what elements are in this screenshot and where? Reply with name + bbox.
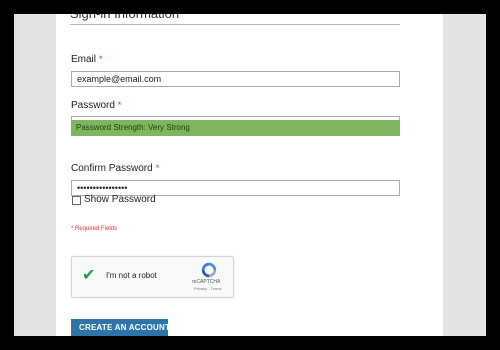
email-label: Email * [71,54,103,65]
signin-panel: Sign-in Information Email* example@email… [56,14,443,336]
create-account-button[interactable]: CREATE AN ACCOUNT › [71,319,177,336]
password-required-marker: * [117,100,122,110]
password-label-text: Password [71,100,115,111]
show-password-label[interactable]: Show Password [84,194,156,205]
section-title: Sign-in Information [70,14,400,25]
confirm-password-label: Confirm Password * [71,163,159,174]
required-fields-note: * Required Fields [71,226,118,232]
recaptcha-widget[interactable]: ✔ I'm not a robot reCAPTCHA Privacy - Te… [71,256,234,298]
password-label: Password * [71,100,121,111]
create-account-label: CREATE AN ACCOUNT [79,323,171,332]
recaptcha-logo-icon [201,262,217,278]
confirm-password-label-text: Confirm Password [71,163,153,174]
show-password-checkbox[interactable] [72,196,81,205]
captcha-terms[interactable]: Privacy - Terms [194,286,221,291]
checkmark-icon[interactable]: ✔ [82,265,95,285]
confirm-password-required-marker: * [155,163,160,173]
captcha-label: I'm not a robot [106,271,157,280]
email-required-marker: * [99,54,103,64]
email-label-text: Email [71,54,97,65]
page-frame: Sign-in Information Email* example@email… [14,14,486,336]
password-strength-indicator: Password Strength: Very Strong [71,120,400,136]
captcha-brand: reCAPTCHA [192,279,221,285]
chevron-right-icon: › [174,323,177,332]
email-field[interactable]: example@email.com [71,71,400,87]
